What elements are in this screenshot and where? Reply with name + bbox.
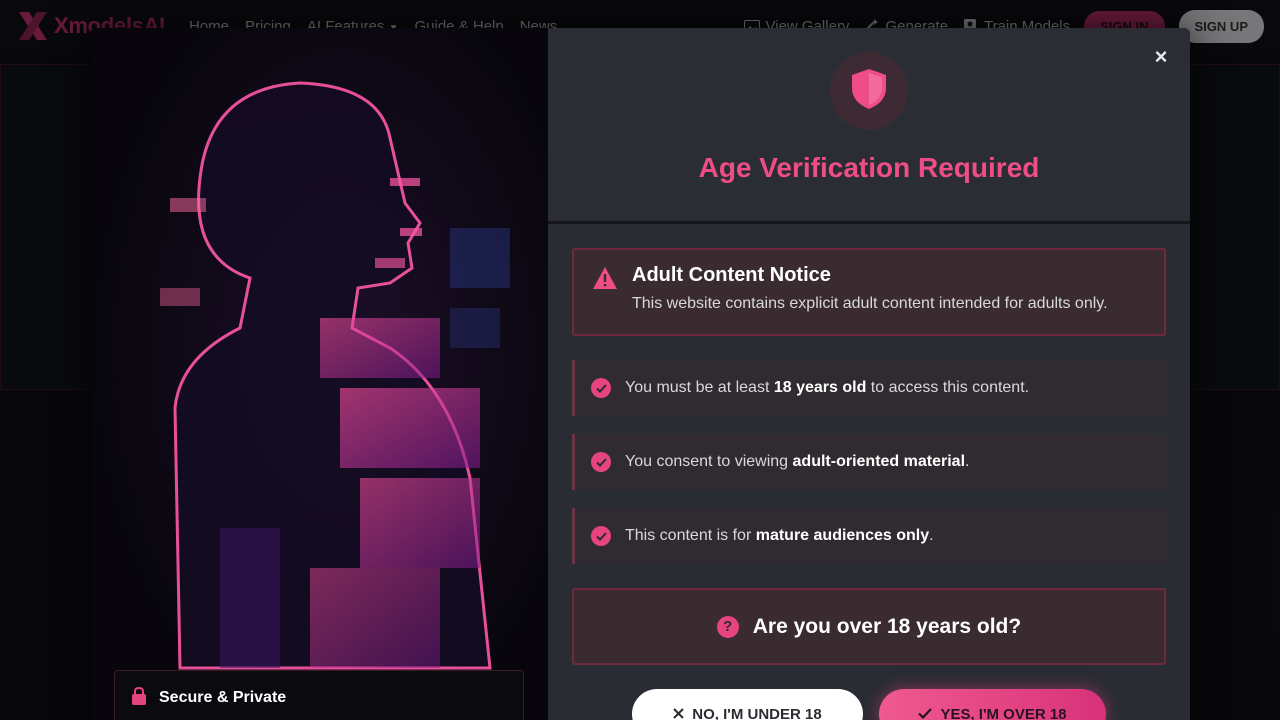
checkmark-icon <box>918 706 933 720</box>
notice-text-block: Adult Content Notice This website contai… <box>632 264 1108 320</box>
close-icon: × <box>1154 44 1168 69</box>
requirement-text-after: to access this content. <box>866 379 1030 396</box>
requirement-item: You must be at least 18 years old to acc… <box>572 360 1166 416</box>
requirement-text-after: . <box>929 527 934 544</box>
over-18-button[interactable]: YES, I'M OVER 18 <box>879 689 1106 720</box>
modal-title: Age Verification Required <box>698 152 1040 183</box>
shield-icon <box>850 68 888 115</box>
requirement-text-bold: adult-oriented material <box>792 453 966 470</box>
requirement-text: This content is for mature audiences onl… <box>625 527 934 545</box>
age-question-text: Are you over 18 years old? <box>752 614 1022 638</box>
requirement-text-before: You must be at least <box>625 379 774 396</box>
glitch-portrait-image: Secure & Private <box>90 28 548 720</box>
requirement-text-bold: 18 years old <box>773 379 867 396</box>
close-button[interactable]: × <box>1150 46 1172 68</box>
check-circle-icon <box>591 452 611 472</box>
requirement-item: You consent to viewing adult-oriented ma… <box>572 434 1166 490</box>
notice-title: Adult Content Notice <box>632 264 831 286</box>
requirement-text: You must be at least 18 years old to acc… <box>625 379 1029 397</box>
under-18-button[interactable]: NO, I'M UNDER 18 <box>632 689 863 720</box>
check-circle-icon <box>591 378 611 398</box>
requirement-text: You consent to viewing adult-oriented ma… <box>625 453 969 471</box>
question-circle-icon: ? <box>716 615 739 638</box>
requirement-text-before: You consent to viewing <box>625 453 793 470</box>
shield-badge <box>830 52 908 130</box>
notice-description: This website contains explicit adult con… <box>632 295 1108 312</box>
modal-body: Adult Content Notice This website contai… <box>548 224 1190 720</box>
requirement-text-bold: mature audiences only <box>755 527 930 544</box>
age-question-box: ? Are you over 18 years old? <box>572 588 1166 665</box>
over-18-label: YES, I'M OVER 18 <box>940 705 1067 720</box>
lock-icon <box>131 686 147 710</box>
age-verification-modal: Secure & Private Age Verification Requir… <box>90 28 1190 720</box>
adult-content-notice: Adult Content Notice This website contai… <box>572 248 1166 336</box>
requirement-text-before: This content is for <box>625 527 756 544</box>
under-18-label: NO, I'M UNDER 18 <box>692 705 822 720</box>
requirement-item: This content is for mature audiences onl… <box>572 508 1166 564</box>
answer-buttons: NO, I'M UNDER 18 YES, I'M OVER 18 <box>572 689 1166 720</box>
check-circle-icon <box>591 526 611 546</box>
secure-private-card: Secure & Private <box>114 670 524 720</box>
secure-private-label: Secure & Private <box>159 689 287 706</box>
warning-icon <box>592 266 618 290</box>
modal-header: Age Verification Required × <box>548 28 1190 224</box>
modal-content: Age Verification Required × Adult Conten… <box>548 28 1190 720</box>
requirement-text-after: . <box>965 453 970 470</box>
x-icon <box>673 706 684 720</box>
